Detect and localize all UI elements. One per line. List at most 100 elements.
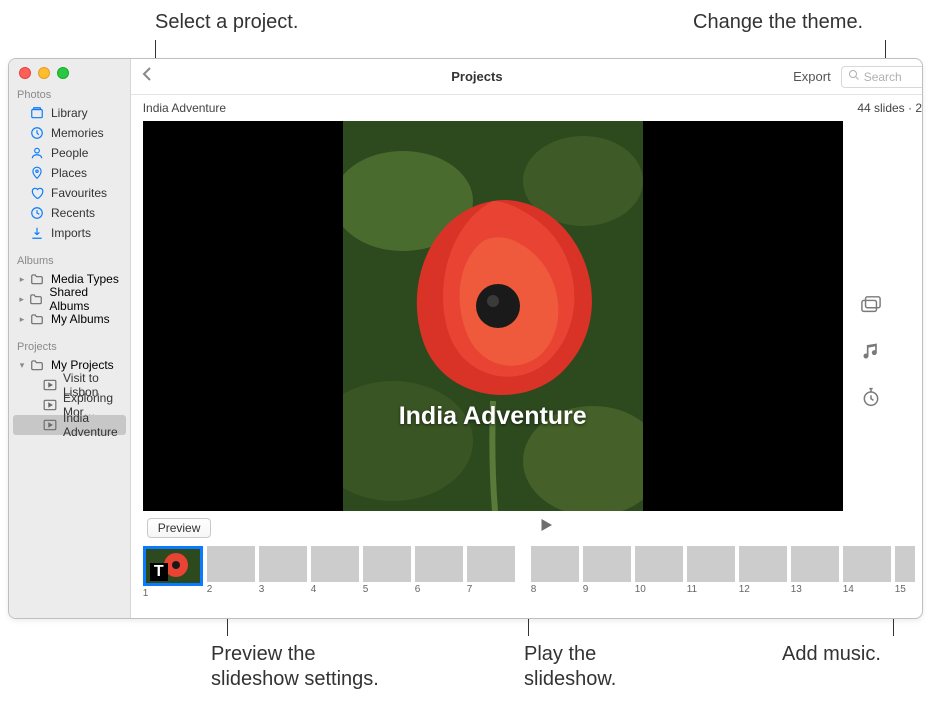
- thumbnail[interactable]: 2: [207, 546, 255, 595]
- thumbnail-image: [687, 546, 735, 582]
- sidebar-project-india-adventure[interactable]: India Adventure: [13, 415, 126, 435]
- sidebar-item-label: Places: [51, 166, 87, 180]
- thumbnail-number: 15: [895, 584, 915, 595]
- search-input[interactable]: Search: [841, 66, 923, 88]
- chevron-down-icon[interactable]: ▾: [17, 360, 27, 371]
- thumbnail-number: 5: [363, 584, 411, 595]
- main-content: Projects Export Search India Adventure 4…: [131, 59, 923, 618]
- thumbnail[interactable]: 7: [467, 546, 515, 595]
- thumbnail[interactable]: 9: [583, 546, 631, 595]
- sidebar-item-imports[interactable]: Imports: [9, 223, 130, 243]
- sidebar-section-photos: Photos: [9, 85, 130, 103]
- sidebar-item-shared-albums[interactable]: ▸ Shared Albums: [9, 289, 130, 309]
- sidebar-item-favourites[interactable]: Favourites: [9, 183, 130, 203]
- folder-icon: [28, 291, 43, 307]
- preview-button[interactable]: Preview: [147, 518, 212, 538]
- thumbnail-number: 13: [791, 584, 839, 595]
- thumbnail-number: 4: [311, 584, 359, 595]
- sidebar-item-recents[interactable]: Recents: [9, 203, 130, 223]
- slideshow-icon: [43, 417, 57, 433]
- callout-select-project: Select a project.: [155, 10, 298, 35]
- thumbnail-image: [531, 546, 579, 582]
- folder-icon: [29, 271, 45, 287]
- toolbar-title: Projects: [161, 69, 793, 84]
- thumbnail-number: 8: [531, 584, 579, 595]
- thumbnail[interactable]: 13: [791, 546, 839, 595]
- thumbnail-image: [583, 546, 631, 582]
- sidebar-item-label: Favourites: [51, 186, 107, 200]
- sidebar-item-label: India Adventure: [63, 411, 120, 439]
- thumbnail-image: [843, 546, 891, 582]
- project-meta: 44 slides · 2:38m: [857, 101, 923, 115]
- thumbnail[interactable]: 6: [415, 546, 463, 595]
- sidebar-item-label: Recents: [51, 206, 95, 220]
- sidebar-item-label: Media Types: [51, 272, 119, 286]
- sidebar-item-my-albums[interactable]: ▸ My Albums: [9, 309, 130, 329]
- sidebar-item-label: Library: [51, 106, 88, 120]
- slideshow-canvas[interactable]: India Adventure: [143, 121, 843, 511]
- callout-add-music: Add music.: [782, 642, 881, 667]
- thumbnail-image: [791, 546, 839, 582]
- toolbar: Projects Export Search: [131, 59, 923, 95]
- thumbnail[interactable]: 15: [895, 546, 915, 595]
- export-button[interactable]: Export: [793, 69, 831, 84]
- thumbnail[interactable]: 10: [635, 546, 683, 595]
- playback-controls: Preview: [131, 511, 923, 542]
- slide-photo: [343, 121, 643, 511]
- app-window: Photos Library Memories People Places Fa…: [8, 58, 923, 619]
- thumbnail-number: 2: [207, 584, 255, 595]
- thumbnail-number: 1: [143, 588, 203, 599]
- chevron-right-icon[interactable]: ▸: [17, 314, 27, 325]
- play-button[interactable]: [537, 516, 555, 539]
- duration-button[interactable]: [857, 383, 885, 411]
- slideshow-icon: [43, 377, 57, 393]
- window-controls: [9, 59, 130, 85]
- thumbnail-strip[interactable]: T 1 2 3 4 5 6 7 8 9 10 11 12 13 14 15: [131, 542, 923, 607]
- thumbnail[interactable]: 14: [843, 546, 891, 595]
- zoom-window-button[interactable]: [57, 67, 69, 79]
- music-button[interactable]: [857, 337, 885, 365]
- heart-icon: [29, 185, 45, 201]
- sidebar-item-label: My Projects: [51, 358, 114, 372]
- thumbnail[interactable]: T 1: [143, 546, 203, 599]
- thumbnail[interactable]: 4: [311, 546, 359, 595]
- callout-preview-settings: Preview the slideshow settings.: [211, 642, 379, 692]
- search-icon: [848, 69, 860, 84]
- thumbnail-number: 3: [259, 584, 307, 595]
- thumbnail-image: [635, 546, 683, 582]
- sidebar-item-people[interactable]: People: [9, 143, 130, 163]
- thumbnail[interactable]: 11: [687, 546, 735, 595]
- slide-title-overlay: India Adventure: [143, 402, 843, 431]
- thumbnail-image: [207, 546, 255, 582]
- sidebar-item-label: My Albums: [51, 312, 110, 326]
- chevron-right-icon[interactable]: ▸: [17, 294, 26, 305]
- folder-icon: [29, 311, 45, 327]
- thumbnail-number: 12: [739, 584, 787, 595]
- sidebar-section-projects: Projects: [9, 337, 130, 355]
- thumbnail[interactable]: 12: [739, 546, 787, 595]
- thumbnail-number: 7: [467, 584, 515, 595]
- sidebar-item-library[interactable]: Library: [9, 103, 130, 123]
- close-window-button[interactable]: [19, 67, 31, 79]
- thumbnail-number: 6: [415, 584, 463, 595]
- thumbnail-image: [739, 546, 787, 582]
- thumbnail-image: [895, 546, 915, 582]
- slideshow-icon: [43, 397, 57, 413]
- thumbnail[interactable]: 8: [531, 546, 579, 595]
- minimize-window-button[interactable]: [38, 67, 50, 79]
- theme-button[interactable]: [857, 291, 885, 319]
- back-button[interactable]: [141, 66, 161, 87]
- folder-icon: [29, 357, 45, 373]
- sidebar-item-memories[interactable]: Memories: [9, 123, 130, 143]
- thumbnail-image: [259, 546, 307, 582]
- thumbnail[interactable]: 5: [363, 546, 411, 595]
- thumbnail[interactable]: 3: [259, 546, 307, 595]
- chevron-right-icon[interactable]: ▸: [17, 274, 27, 285]
- sidebar: Photos Library Memories People Places Fa…: [9, 59, 131, 618]
- sidebar-item-label: Memories: [51, 126, 104, 140]
- sidebar-item-places[interactable]: Places: [9, 163, 130, 183]
- thumbnail-number: 11: [687, 584, 735, 595]
- search-placeholder: Search: [864, 70, 902, 84]
- thumbnail-number: 10: [635, 584, 683, 595]
- thumbnail-number: 14: [843, 584, 891, 595]
